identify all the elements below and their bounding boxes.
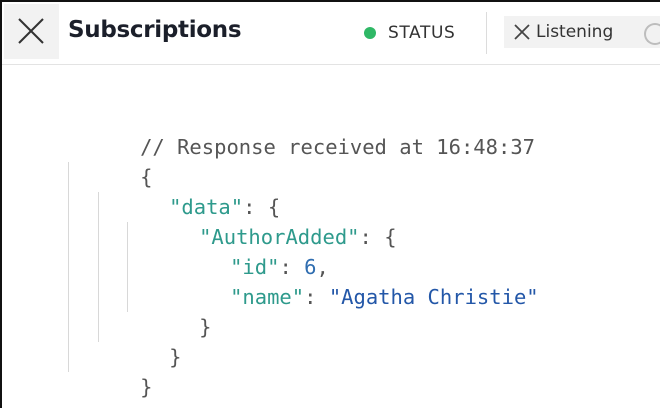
json-key: "name" xyxy=(230,285,305,309)
colon: : xyxy=(359,225,385,249)
close-icon xyxy=(514,24,530,40)
status-indicator: STATUS xyxy=(364,20,455,46)
header-divider xyxy=(486,12,487,54)
close-icon xyxy=(18,18,44,44)
stop-listening-button[interactable]: Listening xyxy=(504,16,660,48)
brace: } xyxy=(140,375,153,399)
response-comment: // Response received at 16:48:37 xyxy=(66,102,535,159)
code-line: } xyxy=(66,342,152,399)
brace: { xyxy=(384,225,397,249)
code-line: "id": 6, xyxy=(156,222,329,279)
code-line: "data": { xyxy=(95,162,280,219)
code-line: } xyxy=(95,312,181,369)
brace: } xyxy=(169,345,182,369)
code-line: } xyxy=(125,282,211,339)
code-line: { xyxy=(66,132,152,189)
status-label: STATUS xyxy=(388,23,456,43)
code-line: "name": "Agatha Christie" xyxy=(156,252,539,309)
panel-header: Subscriptions STATUS Listening xyxy=(2,2,660,65)
panel-title: Subscriptions xyxy=(68,17,242,43)
subscriptions-panel: Subscriptions STATUS Listening // Respon… xyxy=(0,0,660,408)
colon: : xyxy=(304,285,329,309)
status-dot-icon xyxy=(364,27,376,39)
close-button[interactable] xyxy=(4,4,59,59)
brace: } xyxy=(199,315,212,339)
listening-label: Listening xyxy=(536,22,614,42)
comment-text: // Response received at 16:48:37 xyxy=(140,135,536,159)
code-line: "AuthorAdded": { xyxy=(125,192,396,249)
json-string: "Agatha Christie" xyxy=(328,285,539,309)
spinner-icon xyxy=(644,23,660,45)
